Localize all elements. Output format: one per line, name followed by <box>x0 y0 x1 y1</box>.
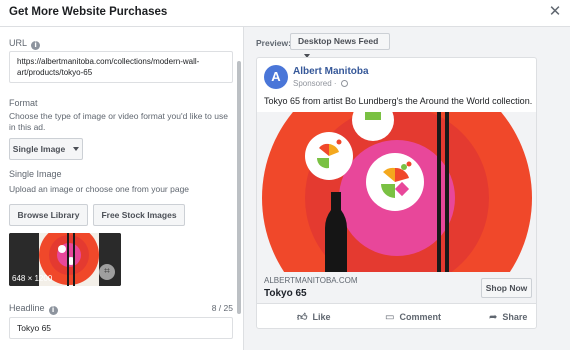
share-button[interactable]: ➦ Share <box>489 305 527 328</box>
scrollbar[interactable] <box>237 61 241 314</box>
tokyo-65-artwork <box>257 112 536 272</box>
comment-button[interactable]: ▭ Comment <box>385 305 441 328</box>
preview-panel: Preview: Desktop News Feed A Albert Mani… <box>243 27 570 350</box>
single-image-label: Single Image <box>9 169 62 179</box>
sponsored-label: Sponsored · <box>293 79 348 88</box>
thumbs-up-icon: 👍︎ <box>297 312 308 323</box>
dialog-title: Get More Website Purchases <box>9 6 168 18</box>
browse-library-button[interactable]: Browse Library <box>9 204 88 226</box>
avatar[interactable]: A <box>264 65 288 89</box>
headline-input[interactable]: Tokyo 65 <box>9 317 233 339</box>
chevron-down-icon <box>73 147 80 151</box>
like-button[interactable]: 👍︎ Like <box>297 305 330 328</box>
info-icon[interactable]: i <box>31 41 41 50</box>
action-bar: 👍︎ Like ▭ Comment ➦ Share <box>257 305 536 328</box>
link-headline: Tokyo 65 <box>264 288 307 299</box>
format-dropdown[interactable]: Single Image <box>9 138 83 160</box>
link-domain: ALBERTMANITOBA.COM <box>264 276 358 285</box>
free-stock-images-button[interactable]: Free Stock Images <box>93 204 185 226</box>
headline-label: Headline i <box>9 303 58 315</box>
headline-char-counter: 8 / 25 <box>211 303 233 313</box>
crop-icon[interactable]: ⌗ <box>99 264 115 280</box>
share-icon: ➦ <box>489 312 498 323</box>
ad-preview-card: A Albert Manitoba Sponsored · Tokyo 65 f… <box>256 57 537 329</box>
url-label: URL i <box>9 38 41 50</box>
shop-now-button[interactable]: Shop Now <box>481 278 532 298</box>
ad-body-text: Tokyo 65 from artist Bo Lundberg's the A… <box>264 96 533 106</box>
info-icon[interactable]: i <box>48 306 58 315</box>
upload-description: Upload an image or choose one from your … <box>9 184 190 194</box>
link-preview[interactable]: ALBERTMANITOBA.COM Tokyo 65 Shop Now <box>257 272 536 304</box>
comment-icon: ▭ <box>385 312 395 323</box>
ad-editor-panel: URL i https://albertmanitoba.com/collecti… <box>0 27 243 350</box>
ad-image[interactable] <box>257 112 536 272</box>
image-dimensions: 648 × 1200 <box>12 274 53 283</box>
image-thumbnail[interactable]: 648 × 1200 ⌗ <box>9 233 121 286</box>
format-description: Choose the type of image or video format… <box>9 111 228 132</box>
page-name-link[interactable]: Albert Manitoba <box>293 66 369 77</box>
preview-label: Preview: <box>256 38 291 48</box>
format-label: Format <box>9 98 38 108</box>
url-input[interactable]: https://albertmanitoba.com/collections/m… <box>9 51 233 83</box>
dialog-titlebar: Get More Website Purchases ✕ <box>0 0 570 27</box>
close-icon[interactable]: ✕ <box>546 3 564 21</box>
globe-icon <box>340 80 348 87</box>
placement-dropdown[interactable]: Desktop News Feed <box>290 33 390 58</box>
